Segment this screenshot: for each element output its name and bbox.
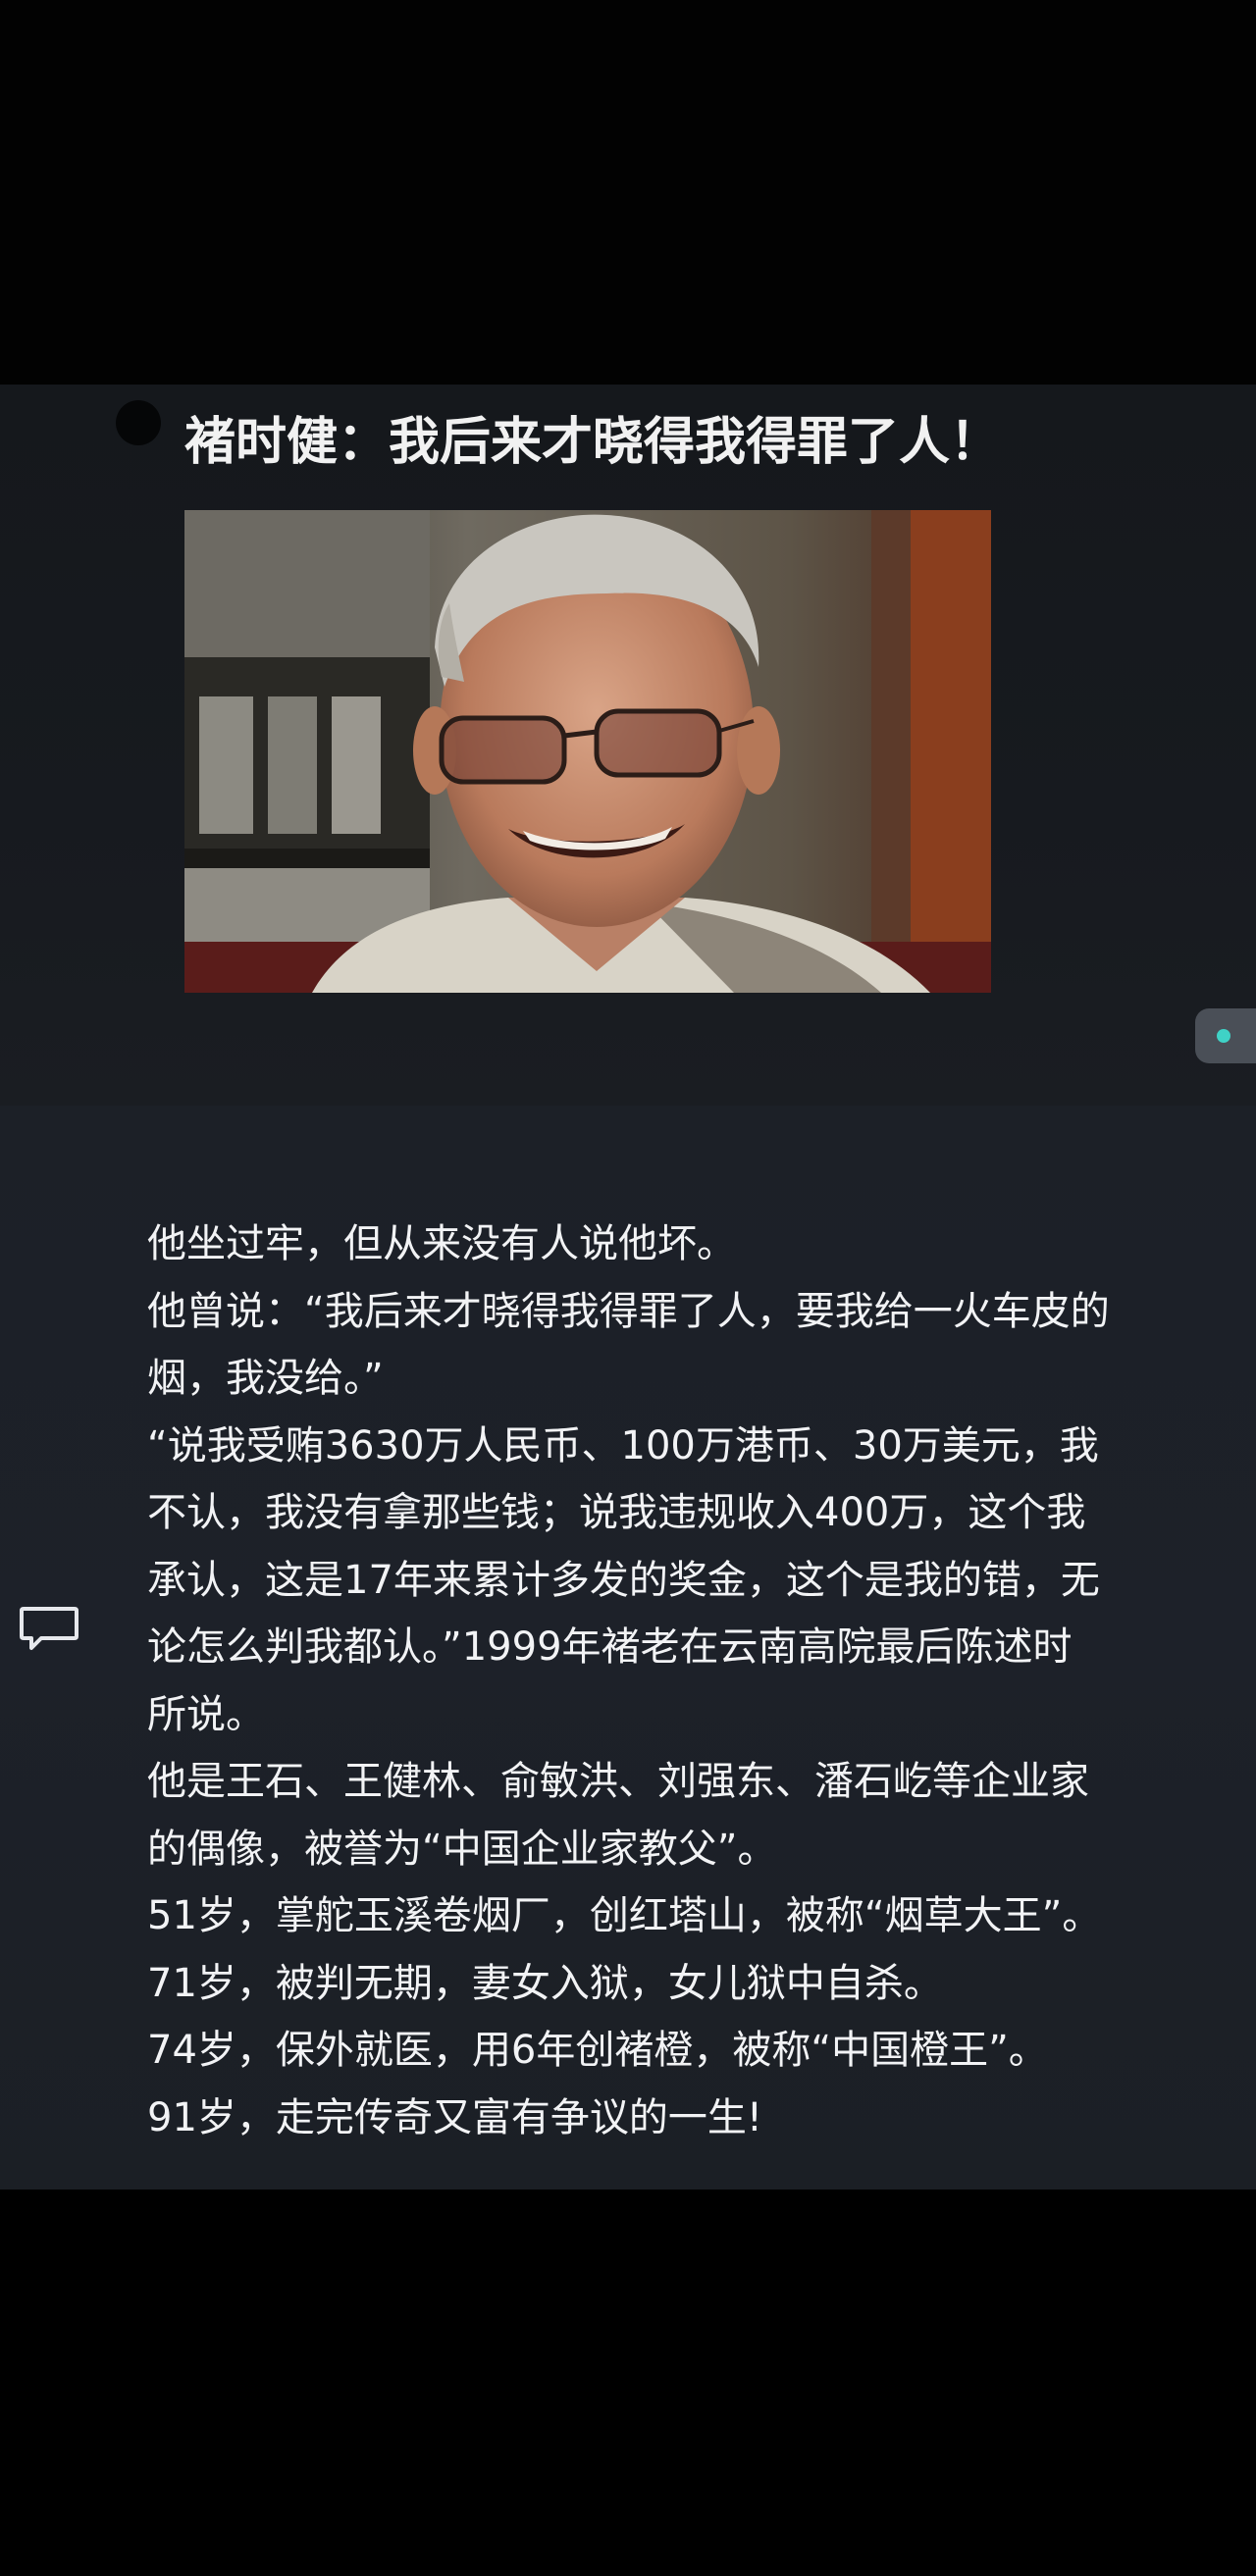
article-line: 所说。 <box>147 1691 265 1737</box>
article-line: 的偶像，被誉为“中国企业家教父”。 <box>147 1826 777 1872</box>
bottom-black-bar <box>0 2190 1256 2576</box>
avatar[interactable] <box>116 400 161 445</box>
article-line: 承认，这是17年来累计多发的奖金，这个是我的错，无 <box>147 1557 1100 1603</box>
article-line: 烟，我没给。” <box>147 1356 384 1401</box>
article-line: 论怎么判我都认。”1999年褚老在云南高院最后陈述时 <box>147 1624 1073 1670</box>
video-title: 褚时健：我后来才晓得我得罪了人！ <box>184 413 1002 472</box>
article-line: “说我受贿3630万人民币、100万港币、30万美元，我 <box>147 1422 1099 1468</box>
article-body: 他坐过牢，但从来没有人说他坏。 他曾说：“我后来才晓得我得罪了人，要我给一火车皮… <box>147 1211 1187 2151</box>
indicator-dot <box>1217 1029 1230 1043</box>
top-black-bar <box>0 0 1256 385</box>
speech-bubble-icon[interactable] <box>18 1603 80 1656</box>
side-indicator-tab[interactable] <box>1195 1008 1256 1063</box>
article-line: 他曾说：“我后来才晓得我得罪了人，要我给一火车皮的 <box>147 1288 1110 1334</box>
article-line: 74岁，保外就医，用6年创褚橙，被称“中国橙王”。 <box>147 2028 1048 2073</box>
article-line: 51岁，掌舵玉溪卷烟厂，创红塔山，被称“烟草大王”。 <box>147 1893 1102 1938</box>
article-line: 不认，我没有拿那些钱；说我违规收入400万，这个我 <box>147 1490 1086 1535</box>
article-line: 他是王石、王健林、俞敏洪、刘强东、潘石屹等企业家 <box>147 1759 1089 1804</box>
portrait-photo <box>184 510 991 993</box>
article-line: 71岁，被判无期，妻女入狱，女儿狱中自杀。 <box>147 1960 943 2006</box>
article-line: 他坐过牢，但从来没有人说他坏。 <box>147 1221 736 1266</box>
article-line: 91岁，走完传奇又富有争议的一生! <box>147 2094 762 2140</box>
